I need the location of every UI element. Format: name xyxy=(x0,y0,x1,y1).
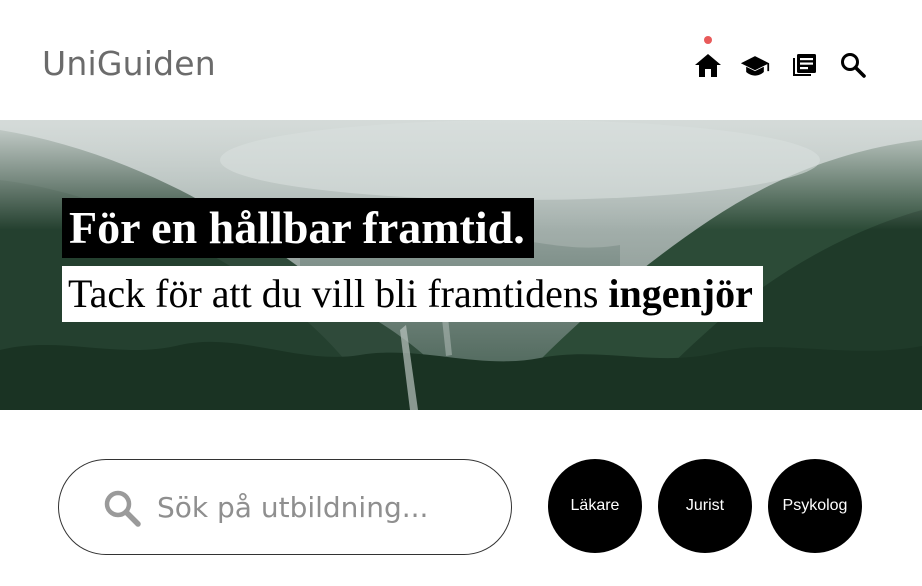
active-page-indicator xyxy=(704,36,712,44)
hero-subtitle-emphasis: ingenjör xyxy=(608,271,753,316)
hero-subtitle: Tack för att du vill bli framtidens inge… xyxy=(62,266,763,322)
graduation-cap-icon[interactable] xyxy=(740,50,770,80)
category-button-jurist[interactable]: Jurist xyxy=(658,459,752,553)
hero-banner xyxy=(0,120,922,410)
home-icon[interactable] xyxy=(693,50,723,80)
category-button-lakare[interactable]: Läkare xyxy=(548,459,642,553)
category-button-psykolog[interactable]: Psykolog xyxy=(768,459,862,553)
hero-background-image xyxy=(0,120,922,410)
search-input[interactable] xyxy=(157,484,487,530)
news-icon[interactable] xyxy=(789,50,819,80)
search-icon xyxy=(102,488,142,528)
hero-title: För en hållbar framtid. xyxy=(62,198,534,258)
top-navigation-bar: UniGuiden xyxy=(0,0,922,120)
site-logo[interactable]: UniGuiden xyxy=(42,44,216,84)
hero-subtitle-text: Tack för att du vill bli framtidens xyxy=(68,271,609,316)
search-icon[interactable] xyxy=(838,50,868,80)
